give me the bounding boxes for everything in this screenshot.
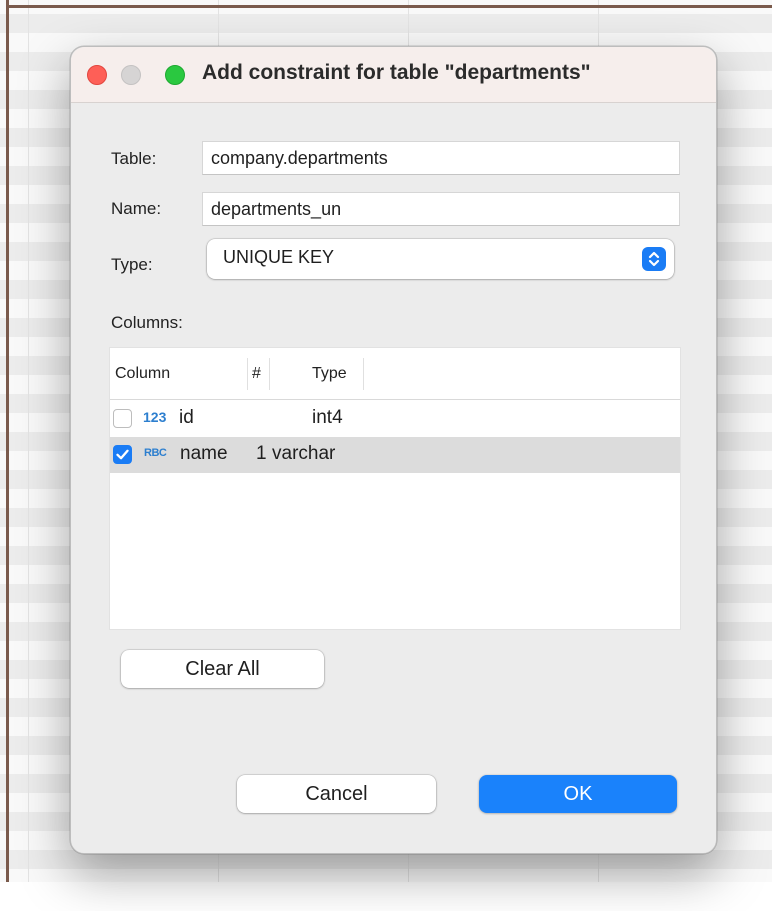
background-bottom xyxy=(0,882,772,911)
columns-label: Columns: xyxy=(111,313,183,332)
type-label: Type: xyxy=(111,255,153,274)
column-checkbox-checked[interactable] xyxy=(113,445,132,464)
add-constraint-dialog: Add constraint for table "departments" T… xyxy=(70,46,717,854)
minimize-window-button[interactable] xyxy=(121,65,141,85)
cancel-button[interactable]: Cancel xyxy=(237,775,436,813)
header-divider xyxy=(269,358,270,390)
background-window-border xyxy=(6,5,772,8)
table-row[interactable]: RBC name 1 varchar xyxy=(110,437,680,473)
dialog-title: Add constraint for table "departments" xyxy=(202,61,591,84)
text-type-icon: RBC xyxy=(144,447,167,459)
column-type-cell: varchar xyxy=(272,443,336,464)
column-name-cell: name xyxy=(180,443,228,464)
table-field[interactable]: company.departments xyxy=(202,141,680,175)
type-select[interactable]: UNIQUE KEY xyxy=(207,239,674,279)
title-bar: Add constraint for table "departments" xyxy=(71,47,716,103)
table-row[interactable]: 123 id int4 xyxy=(110,401,680,437)
table-label: Table: xyxy=(111,149,157,168)
column-header-number[interactable]: # xyxy=(252,365,261,383)
header-divider xyxy=(363,358,364,390)
columns-table: Column # Type 123 id int4 RBC name 1 var… xyxy=(109,347,681,630)
column-checkbox[interactable] xyxy=(113,409,132,428)
column-name-cell: id xyxy=(179,407,194,428)
close-window-button[interactable] xyxy=(87,65,107,85)
column-type-cell: int4 xyxy=(312,407,343,428)
column-header-column[interactable]: Column xyxy=(115,365,170,383)
header-divider xyxy=(247,358,248,390)
name-field[interactable]: departments_un xyxy=(202,192,680,226)
background-window-border-left xyxy=(6,0,9,911)
maximize-window-button[interactable] xyxy=(165,65,185,85)
clear-all-button[interactable]: Clear All xyxy=(121,650,324,688)
checkmark-icon xyxy=(116,449,129,460)
name-label: Name: xyxy=(111,199,162,218)
type-select-value: UNIQUE KEY xyxy=(223,247,335,267)
ok-button[interactable]: OK xyxy=(479,775,677,813)
numeric-type-icon: 123 xyxy=(143,409,167,425)
columns-table-header: Column # Type xyxy=(110,348,680,400)
up-down-chevron-icon xyxy=(642,247,666,271)
column-position-cell: 1 xyxy=(256,443,267,464)
column-header-type[interactable]: Type xyxy=(312,365,347,383)
